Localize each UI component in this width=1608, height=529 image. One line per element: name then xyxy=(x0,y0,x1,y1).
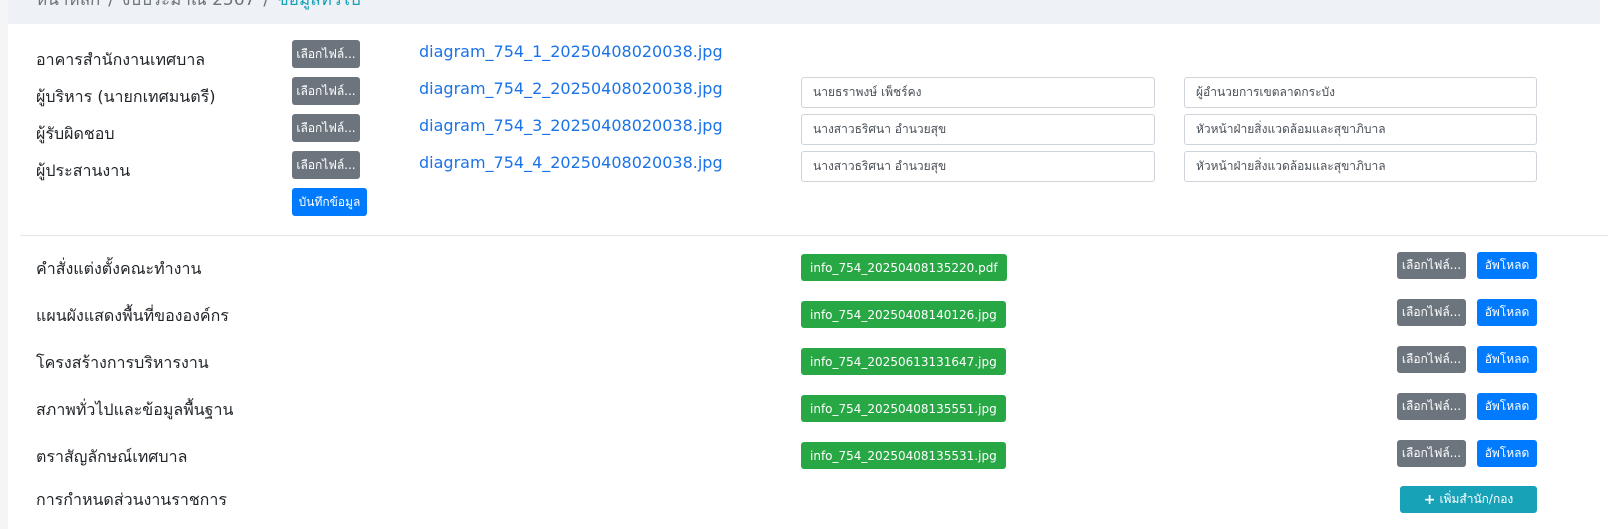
row-label: โครงสร้างการบริหารงาน xyxy=(36,353,209,372)
position-input[interactable]: หัวหน้าฝ่ายสิ่งแวดล้อมและสุขาภิบาล xyxy=(1184,151,1537,182)
doc-row-management-structure: โครงสร้างการบริหารงาน info_754_202506131… xyxy=(0,346,1608,376)
breadcrumb-separator: / xyxy=(263,0,270,10)
file-link[interactable]: diagram_754_1_20250408020038.jpg xyxy=(419,42,723,61)
position-input[interactable]: หัวหน้าฝ่ายสิ่งแวดล้อมและสุขาภิบาล xyxy=(1184,114,1537,145)
choose-file-button[interactable]: เลือกไฟล์... xyxy=(1397,440,1466,467)
row-label: ผู้รับผิดชอบ xyxy=(36,124,115,143)
row-label: สภาพทั่วไปและข้อมูลพื้นฐาน xyxy=(36,400,234,419)
doc-row-appointment-order: คำสั่งแต่งตั้งคณะทำงาน info_754_20250408… xyxy=(0,252,1608,282)
choose-file-button[interactable]: เลือกไฟล์... xyxy=(1397,252,1466,279)
upload-row-responsible: ผู้รับผิดชอบ เลือกไฟล์... diagram_754_3_… xyxy=(0,114,1608,145)
position-input[interactable]: ผู้อำนวยการเขตลาดกระบัง xyxy=(1184,77,1537,108)
section-label: การกำหนดส่วนงานราชการ xyxy=(36,490,227,509)
row-label: แผนผังแสดงพื้นที่ขององค์กร xyxy=(36,306,229,325)
doc-row-emblem: ตราสัญลักษณ์เทศบาล info_754_202504081355… xyxy=(0,440,1608,470)
upload-row-coordinator: ผู้ประสานงาน เลือกไฟล์... diagram_754_4_… xyxy=(0,151,1608,182)
choose-file-button[interactable]: เลือกไฟล์... xyxy=(292,40,360,68)
breadcrumb: หน้าหลัก / งบประมาณ 2567 / ข้อมูลทั่วไป xyxy=(8,0,1600,24)
plus-icon: + xyxy=(1423,491,1436,508)
row-label: อาคารสำนักงานเทศบาล xyxy=(36,50,206,69)
name-input[interactable]: นางสาวธริศนา อำนวยสุข xyxy=(801,151,1155,182)
file-link[interactable]: diagram_754_3_20250408020038.jpg xyxy=(419,116,723,135)
upload-button[interactable]: อัพโหลด xyxy=(1477,393,1537,420)
breadcrumb-year[interactable]: งบประมาณ 2567 xyxy=(122,0,255,10)
row-label: ผู้บริหาร (นายกเทศมนตรี) xyxy=(36,87,216,106)
doc-row-area-plan: แผนผังแสดงพื้นที่ขององค์กร info_754_2025… xyxy=(0,299,1608,329)
doc-row-general-info: สภาพทั่วไปและข้อมูลพื้นฐาน info_754_2025… xyxy=(0,393,1608,423)
row-label: คำสั่งแต่งตั้งคณะทำงาน xyxy=(36,259,202,278)
section-divider xyxy=(20,235,1608,236)
upload-row-executive: ผู้บริหาร (นายกเทศมนตรี) เลือกไฟล์... di… xyxy=(0,77,1608,108)
file-badge[interactable]: info_754_20250408135551.jpg xyxy=(801,395,1006,422)
choose-file-button[interactable]: เลือกไฟล์... xyxy=(292,114,360,142)
file-badge[interactable]: info_754_20250408140126.jpg xyxy=(801,301,1006,328)
save-button[interactable]: บันทึกข้อมูล xyxy=(292,188,367,216)
upload-button[interactable]: อัพโหลด xyxy=(1477,346,1537,373)
upload-button[interactable]: อัพโหลด xyxy=(1477,440,1537,467)
breadcrumb-separator: / xyxy=(108,0,115,10)
row-label: ตราสัญลักษณ์เทศบาล xyxy=(36,447,188,466)
breadcrumb-home[interactable]: หน้าหลัก xyxy=(36,0,100,10)
add-department-label: เพิ่มสำนัก/กอง xyxy=(1439,492,1514,506)
file-badge[interactable]: info_754_20250613131647.jpg xyxy=(801,348,1006,375)
section-government-units: การกำหนดส่วนงานราชการ + เพิ่มสำนัก/กอง xyxy=(0,486,1608,516)
name-input[interactable]: นางสาวธริศนา อำนวยสุข xyxy=(801,114,1155,145)
name-input[interactable]: นายธราพงษ์ เพ็ชร์คง xyxy=(801,77,1155,108)
choose-file-button[interactable]: เลือกไฟล์... xyxy=(1397,346,1466,373)
file-link[interactable]: diagram_754_4_20250408020038.jpg xyxy=(419,153,723,172)
choose-file-button[interactable]: เลือกไฟล์... xyxy=(1397,299,1466,326)
choose-file-button[interactable]: เลือกไฟล์... xyxy=(292,77,360,105)
file-link[interactable]: diagram_754_2_20250408020038.jpg xyxy=(419,79,723,98)
upload-row-building: อาคารสำนักงานเทศบาล เลือกไฟล์... diagram… xyxy=(0,40,1608,70)
breadcrumb-current: ข้อมูลทั่วไป xyxy=(277,0,361,10)
choose-file-button[interactable]: เลือกไฟล์... xyxy=(1397,393,1466,420)
add-department-button[interactable]: + เพิ่มสำนัก/กอง xyxy=(1400,486,1537,513)
row-label: ผู้ประสานงาน xyxy=(36,161,131,180)
upload-button[interactable]: อัพโหลด xyxy=(1477,252,1537,279)
file-badge[interactable]: info_754_20250408135531.jpg xyxy=(801,442,1006,469)
upload-button[interactable]: อัพโหลด xyxy=(1477,299,1537,326)
choose-file-button[interactable]: เลือกไฟล์... xyxy=(292,151,360,179)
file-badge[interactable]: info_754_20250408135220.pdf xyxy=(801,254,1007,281)
